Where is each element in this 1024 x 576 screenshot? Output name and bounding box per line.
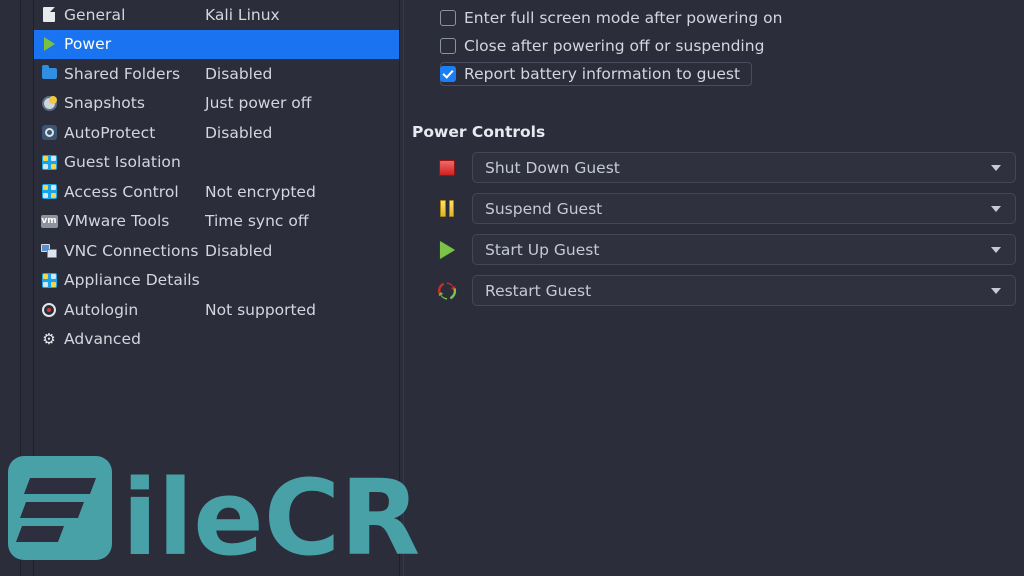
sidebar-item-value: Not supported bbox=[205, 300, 316, 319]
sidebar-item-label: General bbox=[64, 5, 126, 24]
checkbox-unchecked-icon[interactable] bbox=[440, 38, 456, 54]
dropdown-selected-value: Shut Down Guest bbox=[485, 158, 620, 177]
power-controls-title: Power Controls bbox=[412, 123, 546, 141]
play-icon bbox=[40, 35, 58, 53]
sidebar-item-value: Just power off bbox=[205, 94, 312, 113]
sidebar-item-general[interactable]: General Kali Linux bbox=[34, 0, 399, 30]
document-icon bbox=[40, 6, 58, 24]
dropdown-restart-guest[interactable]: Restart Guest bbox=[472, 275, 1016, 306]
sidebar-divider bbox=[399, 0, 400, 576]
sidebar-item-shared-folders[interactable]: Shared Folders Disabled bbox=[34, 59, 399, 89]
chevron-down-icon[interactable] bbox=[991, 164, 1001, 171]
power-control-row: Suspend Guest bbox=[436, 192, 1016, 225]
sidebar-item-label: Appliance Details bbox=[64, 271, 200, 290]
checkbox-checked-icon[interactable] bbox=[440, 66, 456, 82]
puzzle-icon bbox=[40, 183, 58, 201]
snapshot-icon bbox=[40, 94, 58, 112]
checkbox-label: Enter full screen mode after powering on bbox=[464, 9, 783, 27]
sidebar-item-power[interactable]: Power bbox=[34, 29, 399, 59]
checkbox-row[interactable]: Report battery information to guest bbox=[404, 60, 1024, 88]
folder-icon bbox=[40, 65, 58, 83]
checkbox-row[interactable]: Enter full screen mode after powering on bbox=[404, 4, 1024, 32]
dropdown-selected-value: Start Up Guest bbox=[485, 240, 600, 259]
puzzle-icon bbox=[40, 153, 58, 171]
sidebar-item-autologin[interactable]: Autologin Not supported bbox=[34, 295, 399, 325]
restart-icon bbox=[436, 280, 458, 302]
sidebar-item-label: Guest Isolation bbox=[64, 153, 181, 172]
sidebar-item-autoprotect[interactable]: AutoProtect Disabled bbox=[34, 118, 399, 148]
dropdown-selected-value: Restart Guest bbox=[485, 281, 592, 300]
checkbox-row[interactable]: Close after powering off or suspending bbox=[404, 32, 1024, 60]
app-window: General Kali Linux Power Shared Folders Disa… bbox=[0, 0, 1024, 576]
sidebar-item-appliance-details[interactable]: Appliance Details bbox=[34, 266, 399, 296]
sidebar-item-value: Not encrypted bbox=[205, 182, 316, 201]
sidebar-item-label: Power bbox=[64, 35, 112, 54]
puzzle-icon bbox=[40, 271, 58, 289]
power-control-row: Shut Down Guest bbox=[436, 151, 1016, 184]
sidebar-item-label: Shared Folders bbox=[64, 64, 181, 83]
sidebar-item-label: Access Control bbox=[64, 182, 179, 201]
power-control-row: Restart Guest bbox=[436, 274, 1016, 307]
vm-badge-icon: vm bbox=[40, 214, 58, 228]
monitors-icon bbox=[40, 242, 58, 260]
sidebar-item-vmware-tools[interactable]: vm VMware Tools Time sync off bbox=[34, 207, 399, 237]
chevron-down-icon[interactable] bbox=[991, 205, 1001, 212]
checkbox-unchecked-icon[interactable] bbox=[440, 10, 456, 26]
sidebar-item-snapshots[interactable]: Snapshots Just power off bbox=[34, 89, 399, 119]
sidebar-item-value: Time sync off bbox=[205, 212, 309, 231]
sidebar-item-label: VMware Tools bbox=[64, 212, 170, 231]
chevron-down-icon[interactable] bbox=[991, 287, 1001, 294]
sidebar-item-value: Disabled bbox=[205, 64, 273, 83]
stop-icon bbox=[436, 157, 458, 179]
sidebar-item-label: Snapshots bbox=[64, 94, 145, 113]
sidebar-item-vnc-connections[interactable]: VNC Connections Disabled bbox=[34, 236, 399, 266]
checkbox-list: Enter full screen mode after powering on… bbox=[404, 0, 1024, 88]
sidebar-item-label: Autologin bbox=[64, 300, 139, 319]
power-settings-panel: Enter full screen mode after powering on… bbox=[404, 0, 1024, 576]
sidebar-item-label: Advanced bbox=[64, 330, 141, 349]
checkbox-label: Report battery information to guest bbox=[464, 65, 741, 83]
gear-icon: ⚙ bbox=[42, 329, 56, 348]
dropdown-start-up-guest[interactable]: Start Up Guest bbox=[472, 234, 1016, 265]
sidebar-item-access-control[interactable]: Access Control Not encrypted bbox=[34, 177, 399, 207]
dropdown-shut-down-guest[interactable]: Shut Down Guest bbox=[472, 152, 1016, 183]
play-icon bbox=[436, 239, 458, 261]
gutter-divider-1 bbox=[20, 0, 21, 576]
autologin-icon bbox=[40, 301, 58, 319]
pause-icon bbox=[436, 198, 458, 220]
settings-sidebar: General Kali Linux Power Shared Folders Disa… bbox=[34, 0, 399, 576]
autoprotect-icon bbox=[40, 124, 58, 142]
chevron-down-icon[interactable] bbox=[991, 246, 1001, 253]
sidebar-item-value: Disabled bbox=[205, 241, 273, 260]
sidebar-item-label: VNC Connections bbox=[64, 241, 199, 260]
dropdown-selected-value: Suspend Guest bbox=[485, 199, 603, 218]
power-control-row: Start Up Guest bbox=[436, 233, 1016, 266]
sidebar-item-label: AutoProtect bbox=[64, 123, 156, 142]
sidebar-item-value: Disabled bbox=[205, 123, 273, 142]
dropdown-suspend-guest[interactable]: Suspend Guest bbox=[472, 193, 1016, 224]
sidebar-item-value: Kali Linux bbox=[205, 5, 280, 24]
checkbox-label: Close after powering off or suspending bbox=[464, 37, 765, 55]
sidebar-item-advanced[interactable]: ⚙ Advanced bbox=[34, 325, 399, 355]
sidebar-item-guest-isolation[interactable]: Guest Isolation bbox=[34, 148, 399, 178]
